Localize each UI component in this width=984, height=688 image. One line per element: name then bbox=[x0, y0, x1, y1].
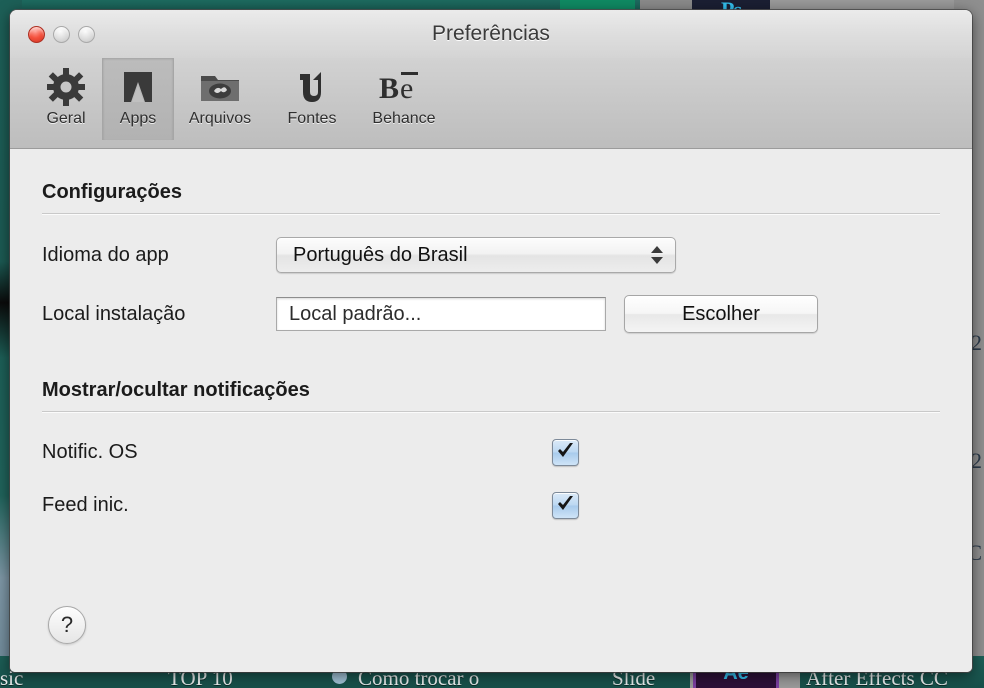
background-fragment: 2 bbox=[971, 448, 982, 473]
language-select[interactable]: Português do Brasil bbox=[276, 237, 676, 273]
window-titlebar: Preferências bbox=[10, 10, 972, 58]
preferences-window: Preferências Geral Apps Arquivos Fontes … bbox=[10, 10, 972, 672]
help-button[interactable]: ? bbox=[48, 606, 86, 644]
notification-label: Notific. OS bbox=[42, 441, 138, 463]
toolbar-tab-label: Behance bbox=[372, 110, 436, 127]
toolbar-tab-label: Apps bbox=[119, 110, 157, 127]
language-row: Idioma do app Português do Brasil bbox=[42, 237, 940, 273]
creative-cloud-folder-icon bbox=[197, 64, 243, 110]
toolbar-tab-arquivos[interactable]: Arquivos bbox=[174, 58, 266, 140]
section-divider bbox=[42, 213, 940, 215]
adobe-a-icon bbox=[121, 64, 155, 110]
behance-icon: B e bbox=[377, 64, 431, 110]
svg-text:B: B bbox=[379, 72, 399, 105]
screen: Ps (2 2 C sic TOP 10 Como trocar o Slide… bbox=[0, 0, 984, 688]
toolbar-tab-behance[interactable]: B e Behance bbox=[358, 58, 450, 140]
chevron-up-icon bbox=[651, 246, 663, 253]
language-select-value: Português do Brasil bbox=[293, 243, 468, 266]
notific-os-checkbox[interactable] bbox=[552, 439, 579, 466]
chevron-down-icon bbox=[651, 257, 663, 264]
toolbar-tab-geral[interactable]: Geral bbox=[30, 58, 102, 140]
notifications-section-heading: Mostrar/ocultar notificações bbox=[42, 379, 310, 401]
gear-icon bbox=[47, 64, 85, 110]
notification-label: Feed inic. bbox=[42, 494, 129, 516]
feed-inic-checkbox[interactable] bbox=[552, 492, 579, 519]
checkmark-icon bbox=[558, 443, 573, 457]
svg-text:e: e bbox=[400, 72, 413, 105]
install-location-label: Local instalação bbox=[42, 302, 186, 325]
toolbar-tab-label: Fontes bbox=[287, 110, 337, 127]
toolbar-tab-apps[interactable]: Apps bbox=[102, 58, 174, 140]
toolbar-tab-label: Geral bbox=[46, 110, 86, 127]
choose-button[interactable]: Escolher bbox=[624, 295, 818, 333]
notification-row-os: Notific. OS bbox=[42, 439, 940, 466]
toolbar-tab-fontes[interactable]: Fontes bbox=[266, 58, 358, 140]
install-location-row: Local instalação Local padrão... Escolhe… bbox=[42, 295, 940, 333]
window-title: Preferências bbox=[432, 22, 550, 45]
settings-section-heading: Configurações bbox=[42, 181, 183, 203]
language-label: Idioma do app bbox=[42, 243, 169, 266]
install-location-placeholder: Local padrão... bbox=[289, 302, 422, 325]
install-location-input[interactable]: Local padrão... bbox=[276, 297, 606, 331]
checkmark-icon bbox=[558, 496, 573, 510]
section-divider bbox=[42, 411, 940, 413]
typekit-icon bbox=[295, 64, 329, 110]
stepper-arrows-icon bbox=[651, 246, 663, 264]
preferences-toolbar: Geral Apps Arquivos Fontes B e Behance bbox=[10, 58, 972, 149]
preferences-content: Configurações Idioma do app Português do… bbox=[10, 149, 972, 672]
notification-row-feed: Feed inic. bbox=[42, 492, 940, 519]
toolbar-tab-label: Arquivos bbox=[188, 110, 252, 127]
